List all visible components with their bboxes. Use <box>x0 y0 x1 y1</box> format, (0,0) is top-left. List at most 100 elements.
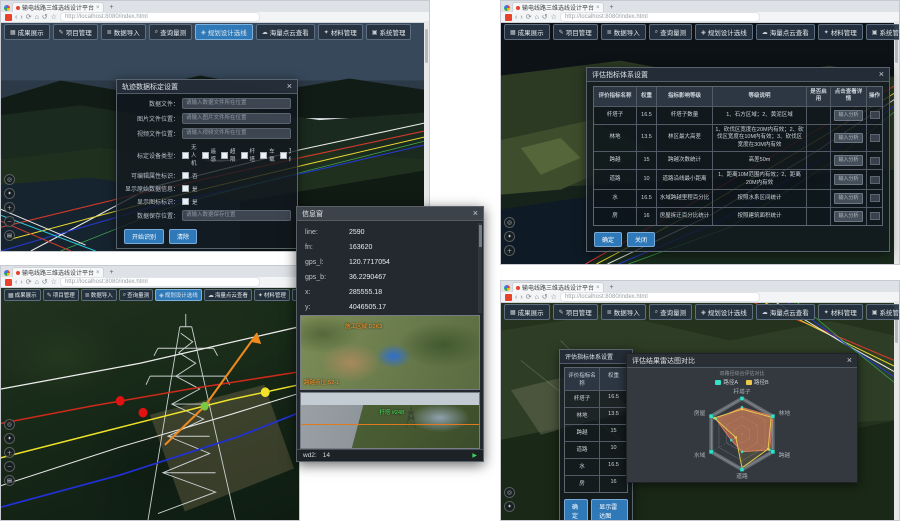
text-input-1[interactable]: 请输入数据文件所在位置 <box>182 98 291 109</box>
text-input-3[interactable]: 请输入视频文件所在位置 <box>182 128 291 139</box>
forward-button[interactable]: › <box>520 14 522 21</box>
toolbar-button-2[interactable]: ✎项目管理 <box>43 289 79 301</box>
map-control-button-1[interactable]: ◎ <box>504 487 515 498</box>
refresh-button[interactable]: ⟳ <box>526 14 532 21</box>
forward-button[interactable]: › <box>20 14 22 21</box>
new-tab-button[interactable]: + <box>106 268 118 277</box>
input-analysis-button[interactable]: 输入分析 <box>834 193 862 204</box>
row-checkbox[interactable] <box>870 176 880 184</box>
toolbar-button-8[interactable]: ▣系统管理 <box>366 24 412 40</box>
toolbar-button-4[interactable]: ⌕查询量测 <box>649 304 692 320</box>
toolbar-button-8[interactable]: ▣系统管理 <box>866 304 899 320</box>
map-control-button-2[interactable]: ✦ <box>4 433 15 444</box>
toolbar-button-4[interactable]: ⌕查询量测 <box>149 24 192 40</box>
toolbar-button-3[interactable]: ≣数据导入 <box>101 24 146 40</box>
input-analysis-button[interactable]: 输入分析 <box>834 174 862 185</box>
save-path-input[interactable]: 请输入数据保存位置 <box>182 210 291 221</box>
checkbox[interactable] <box>280 152 287 159</box>
new-tab-button[interactable]: + <box>106 3 118 12</box>
toolbar-button-7[interactable]: ✦材料管理 <box>318 24 363 40</box>
home-button[interactable]: ⌂ <box>35 279 39 286</box>
map-3d-scene[interactable]: ▦成果展示✎项目管理≣数据导入⌕查询量测◈规划设计选线☁海量点云查看✦材料管理▣… <box>1 286 299 520</box>
new-tab-button[interactable]: + <box>606 283 618 292</box>
toolbar-button-7[interactable]: ✦材料管理 <box>254 289 290 301</box>
toolbar-button-8[interactable]: ▣系统管理 <box>866 24 899 40</box>
new-tab-button[interactable]: + <box>606 3 618 12</box>
back-button[interactable]: ‹ <box>515 14 517 21</box>
start-recognize-button[interactable]: 开始识别 <box>124 229 164 244</box>
toolbar-button-6[interactable]: ☁海量点云查看 <box>756 304 815 320</box>
checkbox[interactable] <box>260 152 267 159</box>
map-control-button-3[interactable]: ＋ <box>504 245 515 256</box>
toolbar-button-7[interactable]: ✦材料管理 <box>818 304 863 320</box>
toolbar-button-5[interactable]: ◈规划设计选线 <box>155 289 202 301</box>
map-3d-scene[interactable]: ▦成果展示✎项目管理≣数据导入⌕查询量测◈规划设计选线☁海量点云查看✦材料管理▣… <box>501 21 899 264</box>
toolbar-button-6[interactable]: ☁海量点云查看 <box>256 24 315 40</box>
toolbar-button-3[interactable]: ≣数据导入 <box>601 304 646 320</box>
bookmark-star[interactable]: ☆ <box>551 14 557 21</box>
close-icon[interactable]: × <box>287 82 292 91</box>
map-control-button-2[interactable]: ✦ <box>4 188 15 199</box>
map-control-button-4[interactable]: － <box>4 216 15 227</box>
browser-tab[interactable]: 输电线路三维选线设计平台× <box>12 267 104 277</box>
address-bar[interactable]: http://localhost:8080/index.html <box>560 12 760 22</box>
bookmark-star[interactable]: ☆ <box>51 279 57 286</box>
home-button[interactable]: ⌂ <box>35 14 39 21</box>
browser-tab[interactable]: 输电线路三维选线设计平台× <box>512 282 604 292</box>
refresh-button[interactable]: ⟳ <box>26 279 32 286</box>
row-checkbox[interactable] <box>870 157 880 165</box>
close-icon[interactable]: × <box>879 70 884 79</box>
bookmark-star[interactable]: ☆ <box>551 294 557 301</box>
history-button[interactable]: ↺ <box>42 279 48 286</box>
aerial-photo-bottom[interactable]: 杆塔 #248 <box>300 392 480 449</box>
toolbar-button-2[interactable]: ✎项目管理 <box>553 304 598 320</box>
toolbar-button-3[interactable]: ≣数据导入 <box>81 289 117 301</box>
tab-close-icon[interactable]: × <box>96 5 100 11</box>
back-button[interactable]: ‹ <box>515 294 517 301</box>
toolbar-button-4[interactable]: ⌕查询量测 <box>119 289 153 301</box>
map-control-button-5[interactable]: ▤ <box>4 475 15 486</box>
toolbar-button-2[interactable]: ✎项目管理 <box>53 24 98 40</box>
checkbox[interactable] <box>182 185 189 192</box>
map-control-button-2[interactable]: ✦ <box>504 501 515 512</box>
toolbar-button-1[interactable]: ▦成果展示 <box>504 304 550 320</box>
browser-tab[interactable]: 输电线路三维选线设计平台× <box>512 2 604 12</box>
checkbox[interactable] <box>202 152 209 159</box>
toolbar-button-2[interactable]: ✎项目管理 <box>553 24 598 40</box>
tab-close-icon[interactable]: × <box>596 5 600 11</box>
input-analysis-button[interactable]: 输入分析 <box>834 155 862 166</box>
back-button[interactable]: ‹ <box>15 279 17 286</box>
checkbox[interactable] <box>221 152 228 159</box>
toolbar-button-7[interactable]: ✦材料管理 <box>818 24 863 40</box>
toolbar-button-5[interactable]: ◈规划设计选线 <box>195 24 253 40</box>
address-bar[interactable]: http://localhost:8080/index.html <box>60 277 260 287</box>
tab-close-icon[interactable]: × <box>96 270 100 276</box>
play-icon[interactable]: ▶ <box>472 452 477 459</box>
browser-scrollbar[interactable] <box>894 301 899 520</box>
bookmark-star[interactable]: ☆ <box>51 14 57 21</box>
forward-button[interactable]: › <box>20 279 22 286</box>
back-button[interactable]: ‹ <box>15 14 17 21</box>
map-control-button-3[interactable]: ＋ <box>4 447 15 458</box>
close-icon[interactable]: × <box>473 209 478 218</box>
address-bar[interactable]: http://localhost:8080/index.html <box>60 12 260 22</box>
toolbar-button-6[interactable]: ☁海量点云查看 <box>204 289 252 301</box>
toolbar-button-5[interactable]: ◈规划设计选线 <box>695 24 753 40</box>
panel-scrollbar[interactable] <box>478 223 482 313</box>
map-control-button-2[interactable]: ✦ <box>504 231 515 242</box>
toolbar-button-4[interactable]: ⌕查询量测 <box>649 24 692 40</box>
checkbox[interactable] <box>182 172 189 179</box>
confirm-button[interactable]: 确定 <box>564 499 588 520</box>
close-button[interactable]: 关闭 <box>627 232 655 247</box>
map-3d-scene[interactable]: ▦成果展示✎项目管理≣数据导入⌕查询量测◈规划设计选线☁海量点云查看✦材料管理▣… <box>501 301 899 520</box>
row-checkbox[interactable] <box>870 134 880 142</box>
forward-button[interactable]: › <box>520 294 522 301</box>
input-analysis-button[interactable]: 输入分析 <box>834 211 862 222</box>
row-checkbox[interactable] <box>870 194 880 202</box>
checkbox[interactable] <box>241 152 248 159</box>
history-button[interactable]: ↺ <box>42 14 48 21</box>
refresh-button[interactable]: ⟳ <box>526 294 532 301</box>
checkbox[interactable] <box>182 152 189 159</box>
history-button[interactable]: ↺ <box>542 14 548 21</box>
refresh-button[interactable]: ⟳ <box>26 14 32 21</box>
